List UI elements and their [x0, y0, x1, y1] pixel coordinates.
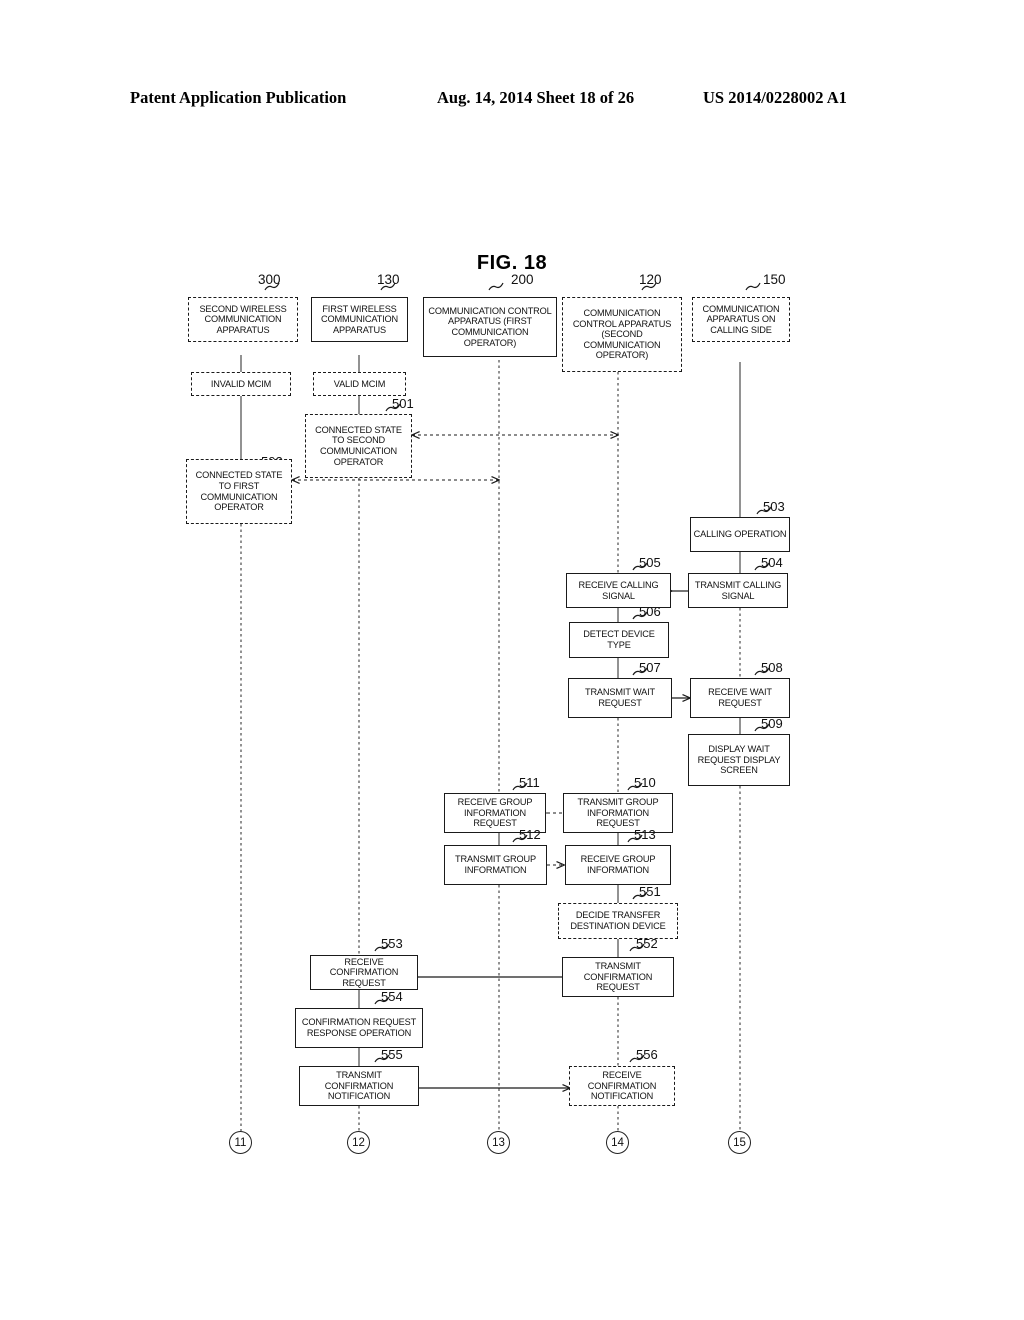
state-valid-mcim: VALID MCIM	[313, 372, 406, 396]
column-header-communication-apparatus-on-calling-side: COMMUNICATION APPARATUS ON CALLING SIDE	[692, 297, 790, 342]
step-label: TRANSMIT WAIT REQUEST	[584, 687, 655, 708]
step-decide-transfer-destination-device: DECIDE TRANSFER DESTINATION DEVICE	[558, 903, 678, 939]
step-label: RECEIVE CONFIRMATION NOTIFICATION	[587, 1070, 657, 1102]
step-label: RECEIVE GROUP INFORMATION	[580, 854, 656, 875]
ref-511: 511	[519, 775, 540, 790]
sequence-diagram: lifeline 120 : double headed dashed --> …	[0, 0, 1024, 1320]
ref-512: 512	[519, 827, 541, 842]
column-header-label: COMMUNICATION CONTROL APPARATUS (SECOND …	[572, 308, 672, 361]
ref-510: 510	[634, 775, 656, 790]
step-label: CALLING OPERATION	[693, 529, 787, 540]
step-label: RECEIVE WAIT REQUEST	[708, 687, 772, 708]
step-label: CONFIRMATION REQUEST RESPONSE OPERATION	[301, 1017, 417, 1038]
ref-555: 555	[381, 1047, 403, 1062]
connector-circle-14: 14	[606, 1131, 629, 1154]
column-ref-130: 130	[377, 272, 400, 287]
step-transmit-confirmation-request: TRANSMIT CONFIRMATION REQUEST	[562, 957, 674, 997]
step-label: TRANSMIT GROUP INFORMATION REQUEST	[577, 797, 659, 829]
step-transmit-calling-signal: TRANSMIT CALLING SIGNAL	[688, 573, 788, 608]
column-header-label: COMMUNICATION CONTROL APPARATUS (FIRST C…	[428, 305, 552, 348]
column-header-communication-control-apparatus-first-operator: COMMUNICATION CONTROL APPARATUS (FIRST C…	[423, 297, 557, 357]
column-ref-120: 120	[639, 272, 662, 287]
column-ref-150: 150	[763, 272, 786, 287]
connector-circle-12: 12	[347, 1131, 370, 1154]
state-label: CONNECTED STATE TO SECOND COMMUNICATION …	[315, 424, 402, 467]
step-detect-device-type: DETECT DEVICE TYPE	[569, 622, 669, 658]
connector-circle-11: 11	[229, 1131, 252, 1154]
ref-509: 509	[761, 716, 783, 731]
ref-556: 556	[636, 1047, 658, 1062]
column-ref-300: 300	[258, 272, 281, 287]
ref-504: 504	[761, 555, 783, 570]
step-label: TRANSMIT GROUP INFORMATION	[455, 854, 536, 875]
step-receive-confirmation-notification: RECEIVE CONFIRMATION NOTIFICATION	[569, 1066, 675, 1106]
state-label: VALID MCIM	[333, 378, 386, 389]
column-header-communication-control-apparatus-second-operator: COMMUNICATION CONTROL APPARATUS (SECOND …	[562, 297, 682, 372]
step-label: RECEIVE CONFIRMATION REQUEST	[329, 956, 399, 988]
ref-503: 503	[763, 499, 785, 514]
state-label: CONNECTED STATE TO FIRST COMMUNICATION O…	[195, 470, 283, 513]
ref-552: 552	[636, 936, 658, 951]
step-display-wait-request-screen: DISPLAY WAIT REQUEST DISPLAY SCREEN	[688, 734, 790, 786]
state-connected-to-second-operator: CONNECTED STATE TO SECOND COMMUNICATION …	[305, 414, 412, 478]
ref-501: 501	[392, 396, 414, 411]
column-header-second-wireless-communication-apparatus: SECOND WIRELESS COMMUNICATION APPARATUS	[188, 297, 298, 342]
step-label: TRANSMIT CONFIRMATION NOTIFICATION	[324, 1070, 394, 1102]
ref-506: 506	[639, 604, 661, 619]
column-header-first-wireless-communication-apparatus: FIRST WIRELESS COMMUNICATION APPARATUS	[311, 297, 408, 342]
ref-508: 508	[761, 660, 783, 675]
step-label: TRANSMIT CALLING SIGNAL	[694, 579, 782, 601]
state-label: INVALID MCIM	[210, 378, 272, 389]
step-receive-calling-signal: RECEIVE CALLING SIGNAL	[566, 573, 671, 608]
state-connected-to-first-operator: CONNECTED STATE TO FIRST COMMUNICATION O…	[186, 459, 292, 524]
column-header-label: COMMUNICATION APPARATUS ON CALLING SIDE	[702, 303, 780, 335]
step-label: DETECT DEVICE TYPE	[583, 629, 655, 650]
step-transmit-group-information-request: TRANSMIT GROUP INFORMATION REQUEST	[563, 793, 673, 833]
step-label: DECIDE TRANSFER DESTINATION DEVICE	[570, 910, 666, 931]
connector-circle-15: 15	[728, 1131, 751, 1154]
connector-circle-13: 13	[487, 1131, 510, 1154]
ref-513: 513	[634, 827, 656, 842]
step-calling-operation: CALLING OPERATION	[690, 517, 790, 552]
ref-553: 553	[381, 936, 403, 951]
step-transmit-group-information: TRANSMIT GROUP INFORMATION	[444, 845, 547, 885]
state-invalid-mcim: INVALID MCIM	[191, 372, 291, 396]
step-label: TRANSMIT CONFIRMATION REQUEST	[583, 961, 653, 993]
step-receive-confirmation-request: RECEIVE CONFIRMATION REQUEST	[310, 955, 418, 990]
ref-505: 505	[639, 555, 661, 570]
patent-figure-page: Patent Application Publication Aug. 14, …	[0, 0, 1024, 1320]
column-ref-200: 200	[511, 272, 534, 287]
ref-554: 554	[381, 989, 403, 1004]
step-transmit-confirmation-notification: TRANSMIT CONFIRMATION NOTIFICATION	[299, 1066, 419, 1106]
step-label: RECEIVE CALLING SIGNAL	[578, 579, 659, 601]
ref-507: 507	[639, 660, 661, 675]
column-header-label: FIRST WIRELESS COMMUNICATION APPARATUS	[321, 303, 398, 335]
step-receive-group-information: RECEIVE GROUP INFORMATION	[565, 845, 671, 885]
ref-551: 551	[639, 884, 661, 899]
step-label: RECEIVE GROUP INFORMATION REQUEST	[457, 797, 533, 829]
step-receive-wait-request: RECEIVE WAIT REQUEST	[690, 678, 790, 718]
step-label: DISPLAY WAIT REQUEST DISPLAY SCREEN	[697, 744, 781, 776]
step-confirmation-request-response-operation: CONFIRMATION REQUEST RESPONSE OPERATION	[295, 1008, 423, 1048]
column-header-label: SECOND WIRELESS COMMUNICATION APPARATUS	[199, 303, 287, 335]
step-transmit-wait-request: TRANSMIT WAIT REQUEST	[568, 678, 672, 718]
